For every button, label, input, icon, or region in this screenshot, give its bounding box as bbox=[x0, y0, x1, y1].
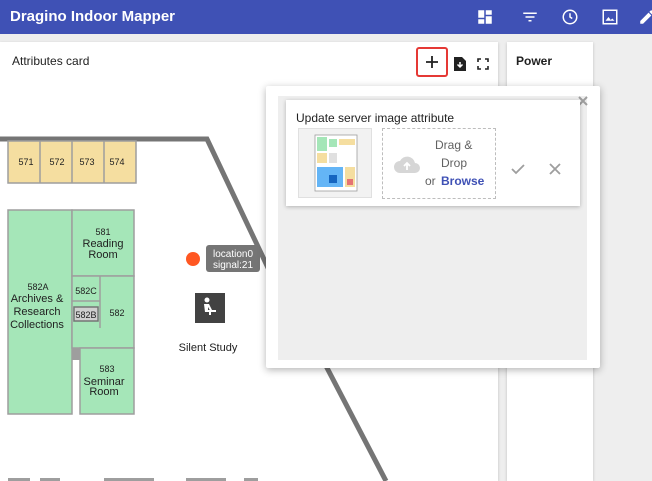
building-wall bbox=[322, 362, 389, 481]
room-label-574: 574 bbox=[109, 157, 124, 167]
room-label-573: 573 bbox=[79, 157, 94, 167]
location-marker[interactable] bbox=[186, 252, 200, 266]
floorplan-thumbnail-image bbox=[314, 134, 358, 192]
room-label-582: 582 bbox=[109, 308, 124, 318]
room-name-582a-line1: Archives & bbox=[11, 293, 64, 305]
dashboard-icon[interactable] bbox=[476, 8, 494, 26]
marker-label-signal: signal:21 bbox=[213, 260, 253, 271]
add-button[interactable] bbox=[416, 47, 448, 77]
close-icon bbox=[549, 163, 561, 175]
dropzone-text-line2: Drop bbox=[441, 156, 468, 170]
plus-icon bbox=[426, 56, 438, 68]
room-label-582b: 582B bbox=[75, 310, 96, 320]
confirm-button[interactable] bbox=[510, 161, 528, 179]
file-dropzone[interactable]: Drag & Drop or Browse bbox=[382, 128, 496, 199]
image-thumbnail[interactable] bbox=[298, 128, 372, 198]
app-header: Dragino Indoor Mapper bbox=[0, 0, 652, 34]
room-name-582a-line2: Research bbox=[13, 306, 60, 318]
room-name-581-line2: Room bbox=[88, 249, 117, 261]
cloud-upload-icon bbox=[394, 156, 420, 173]
silent-study-label: Silent Study bbox=[179, 342, 238, 354]
filter-icon[interactable] bbox=[521, 8, 539, 26]
room-name-582a-line3: Collections bbox=[10, 319, 64, 331]
room-label-582a: 582A bbox=[27, 282, 48, 292]
fullscreen-icon bbox=[477, 58, 489, 70]
room-label-583: 583 bbox=[99, 364, 114, 374]
room-name-583-line2: Room bbox=[89, 386, 118, 398]
image-icon[interactable] bbox=[601, 8, 619, 26]
file-download-icon bbox=[454, 57, 466, 71]
room-label-582c: 582C bbox=[75, 286, 97, 296]
card-title: Attributes card bbox=[12, 54, 90, 68]
cancel-button[interactable] bbox=[547, 161, 565, 179]
dropzone-text-line1: Drag & bbox=[435, 138, 473, 152]
history-icon[interactable] bbox=[561, 8, 579, 26]
app-title: Dragino Indoor Mapper bbox=[10, 8, 175, 25]
check-icon bbox=[511, 164, 525, 175]
marker-label-location: location0 bbox=[213, 249, 253, 260]
fullscreen-button[interactable] bbox=[474, 54, 494, 74]
dropzone-or-text: or bbox=[425, 174, 436, 188]
power-card-title: Power bbox=[516, 54, 553, 68]
room-label-572: 572 bbox=[49, 157, 64, 167]
room-label-581: 581 bbox=[95, 227, 110, 237]
upload-panel: Update server image attribute Drag & Dro… bbox=[286, 100, 580, 206]
room-label-571: 571 bbox=[18, 157, 33, 167]
edit-icon[interactable] bbox=[638, 8, 652, 26]
upload-title: Update server image attribute bbox=[296, 111, 455, 125]
export-button[interactable] bbox=[450, 54, 470, 74]
door-marker bbox=[72, 348, 80, 360]
browse-link[interactable]: Browse bbox=[441, 174, 484, 188]
